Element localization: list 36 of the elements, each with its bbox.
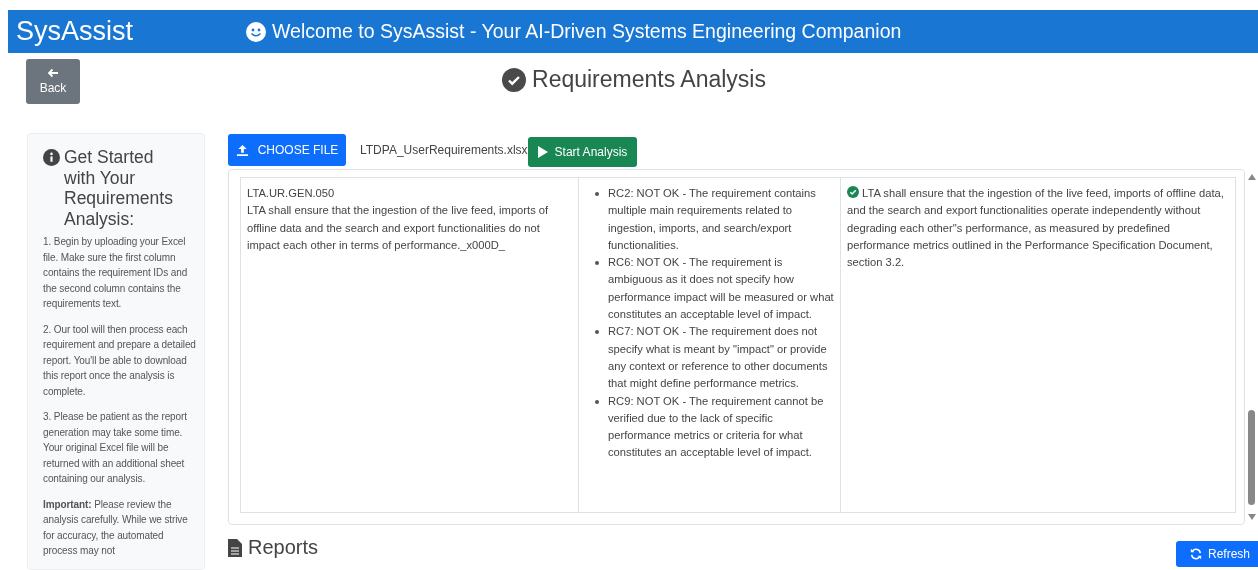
finding-text: RC2: NOT OK - The requirement contains multiple main requirements related to ingestion, imports, and search/export functionalities. bbox=[608, 186, 817, 253]
scroll-up-icon[interactable] bbox=[1247, 174, 1256, 180]
scroll-down-icon[interactable] bbox=[1247, 514, 1256, 520]
bullet-icon bbox=[595, 192, 599, 196]
bullet-icon bbox=[595, 261, 599, 266]
requirement-text: LTA shall ensure that the ingestion of the live feed, imports of offline data and the search and export functionalities do not impact each other in terms of performance._x000D_ bbox=[247, 203, 550, 253]
choose-file-button[interactable]: CHOOSE FILE bbox=[228, 134, 346, 166]
reports-title: Reports bbox=[248, 536, 319, 559]
instruction-paragraph: 2. Our tool will then process each requirement and prepare a detailed report. You'll be able to download this report once the analysis is complete. bbox=[43, 322, 196, 399]
start-analysis-button[interactable]: Start Analysis bbox=[527, 137, 638, 167]
requirement-id: LTA.UR.GEN.050 bbox=[247, 186, 336, 201]
instruction-paragraph: 3. Please be patient as the report generation may take some time. Your original Excel file will be returned with an additional sheet containing our analysis. bbox=[43, 410, 188, 486]
brand-name: SysAssist bbox=[15, 16, 135, 47]
play-icon bbox=[537, 146, 548, 158]
proposed-requirement: LTA shall ensure that the ingestion of the live feed, imports of offline data, and the search and export functionalities operate independently without degrading each other"s performance, as measured by predefined performance metrics outlined in the Performance Specification Document, section 3.2. bbox=[847, 185, 1225, 271]
page-title: Requirements Analysis bbox=[532, 66, 766, 93]
arrow-left-icon bbox=[47, 68, 59, 78]
check-circle-icon bbox=[502, 67, 526, 92]
document-icon bbox=[228, 538, 242, 557]
refresh-button[interactable]: Refresh bbox=[1175, 541, 1258, 567]
finding-text: RC7: NOT OK - The requirement does not specify what is meant by "impact" or provide any context or reference to other documents that might define performance metrics. bbox=[608, 324, 829, 392]
info-icon bbox=[43, 149, 60, 166]
bullet-icon bbox=[595, 330, 599, 335]
welcome-title: Welcome to SysAssist - Your AI-Driven Systems Engineering Companion bbox=[272, 20, 902, 43]
back-button[interactable]: Back bbox=[26, 59, 80, 104]
finding-text: RC6: NOT OK - The requirement is ambiguous as it does not specify how performance impact will be measured or what constitutes an acceptable level of impact. bbox=[608, 255, 834, 323]
upload-icon bbox=[235, 143, 249, 157]
refresh-icon bbox=[1189, 548, 1202, 560]
smiley-icon bbox=[246, 21, 266, 42]
scrollbar-thumb[interactable] bbox=[1248, 410, 1255, 505]
file-name: LTDPA_UserRequirements.xlsx bbox=[360, 143, 528, 157]
finding-text: RC9: NOT OK - The requirement cannot be verified due to the lack of specific performance metrics or criteria for what constitutes an acceptable level of impact. bbox=[608, 393, 825, 461]
bullet-icon bbox=[595, 399, 599, 404]
instruction-paragraph: 1. Begin by uploading your Excel file. Make sure the first column contains the requirement IDs and the second column contains the requirements text. bbox=[43, 235, 189, 311]
instructions-title: Get Started with Your Requirements Analysis: bbox=[64, 147, 174, 229]
instruction-paragraph: Important: Please review the analysis carefully. While we strive for accuracy, the automated process may not bbox=[43, 497, 189, 558]
